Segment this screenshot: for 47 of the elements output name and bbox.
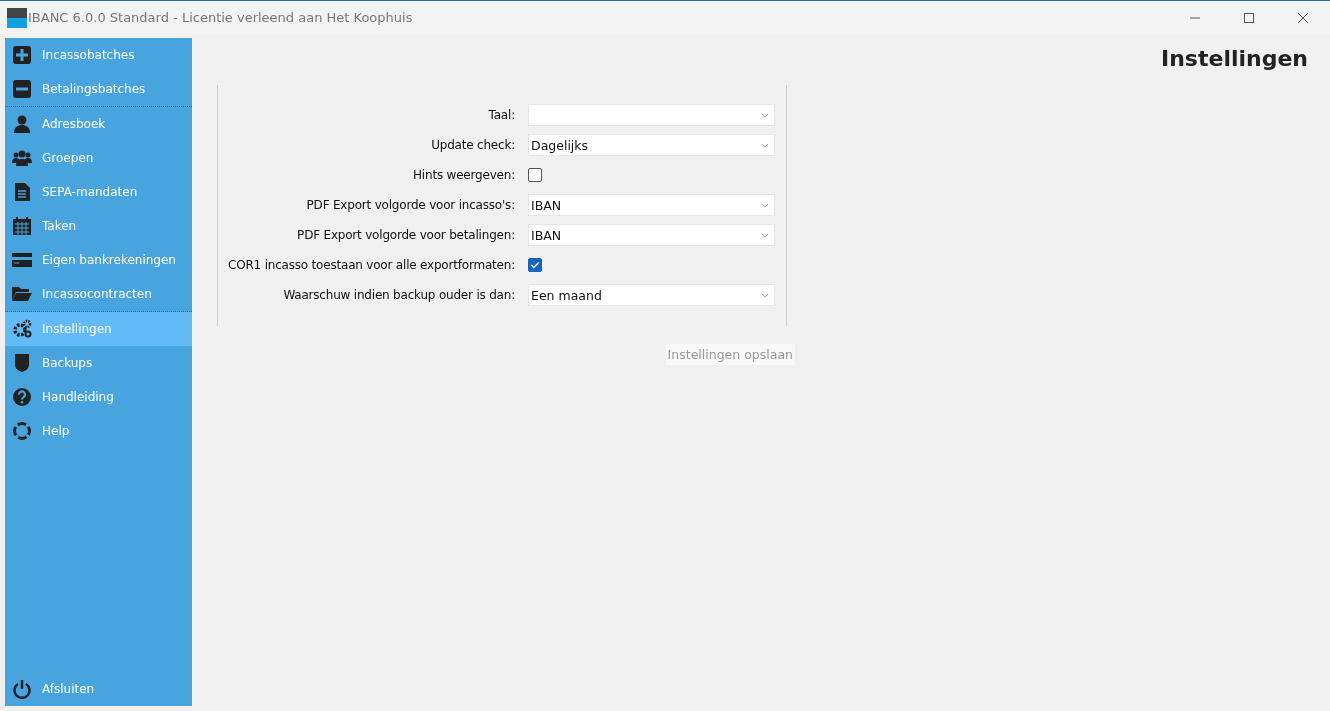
shield-icon <box>12 353 32 373</box>
caret-icon <box>761 202 769 208</box>
page-title: Instellingen <box>1160 46 1308 71</box>
caret-icon <box>761 292 769 298</box>
dropdown[interactable]: Een maand <box>528 284 775 306</box>
sidebar-item[interactable]: Betalingsbatches <box>5 72 192 106</box>
caret-icon <box>761 142 769 148</box>
app-logo-icon <box>7 7 27 28</box>
sidebar-item[interactable]: Incassobatches <box>5 38 192 72</box>
question-icon <box>12 387 32 407</box>
sidebar-item[interactable]: Groepen <box>5 141 192 175</box>
sidebar-item[interactable]: Taken <box>5 209 192 243</box>
person-icon <box>12 114 32 134</box>
checkbox[interactable] <box>528 258 542 272</box>
field-label: Hints weergeven: <box>412 168 515 182</box>
field-label: Taal: <box>487 108 515 122</box>
dropdown[interactable]: IBAN <box>528 224 775 246</box>
checkmark-icon <box>529 259 541 271</box>
minus-icon <box>12 79 32 99</box>
field-label: COR1 incasso toestaan voor alle exportformaten: <box>227 258 515 272</box>
caret-icon <box>761 112 769 118</box>
dropdown[interactable]: Dagelijks <box>528 134 775 156</box>
folder-icon <box>12 284 32 304</box>
dropdown[interactable]: IBAN <box>528 194 775 216</box>
sidebar-item[interactable]: Instellingen <box>5 312 192 346</box>
field-label: Update check: <box>430 138 515 152</box>
sidebar-item[interactable]: Handleiding <box>5 380 192 414</box>
window-title: IBANC 6.0.0 Standard - Licentie verleend aan Het Koophuis <box>28 10 413 25</box>
plus-icon <box>12 45 32 65</box>
sidebar-item[interactable]: SEPA-mandaten <box>5 175 192 209</box>
lifebuoy-icon <box>12 421 32 441</box>
sidebar-item[interactable]: Incassocontracten <box>5 277 192 311</box>
checkbox[interactable] <box>528 168 542 182</box>
sidebar-item[interactable]: Afsluiten <box>5 672 192 706</box>
sidebar-item[interactable]: Backups <box>5 346 192 380</box>
card-icon <box>12 250 32 270</box>
calendar-icon <box>12 216 32 236</box>
power-icon <box>12 679 32 699</box>
people-icon <box>12 148 32 168</box>
field-label: Waarschuw indien backup ouder is dan: <box>282 288 515 302</box>
sidebar-item[interactable]: Help <box>5 414 192 448</box>
sidebar-item[interactable]: Eigen bankrekeningen <box>5 243 192 277</box>
field-label: PDF Export volgorde voor betalingen: <box>296 228 515 242</box>
sidebar-item[interactable]: Adresboek <box>5 107 192 141</box>
caret-icon <box>761 232 769 238</box>
field-label: PDF Export volgorde voor incasso's: <box>305 198 515 212</box>
document-icon <box>12 182 32 202</box>
